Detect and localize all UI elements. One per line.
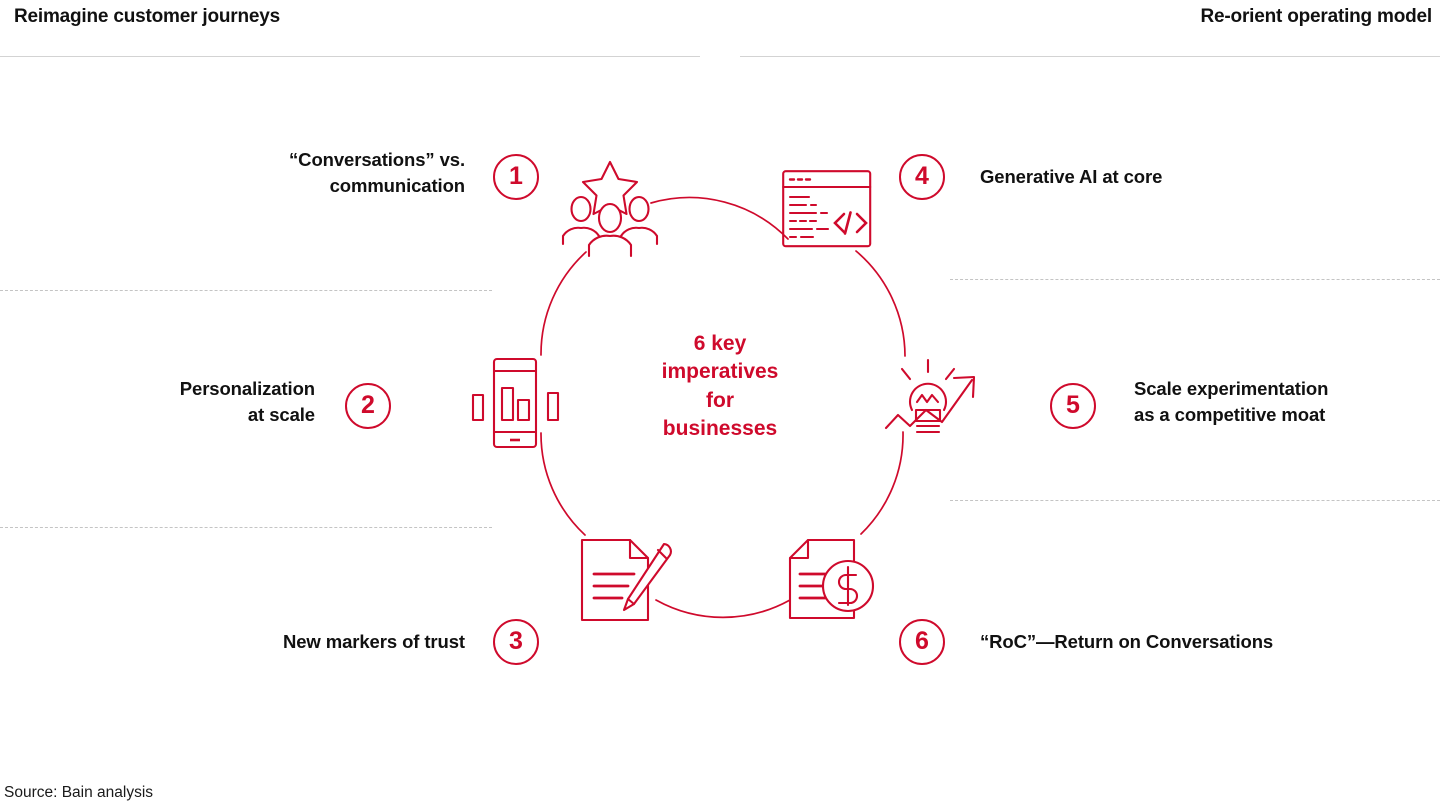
document-pencil-icon: [580, 538, 672, 622]
header-rule-left: [0, 56, 700, 57]
divider-left-upper: [0, 290, 492, 291]
divider-right-lower: [950, 500, 1440, 501]
badge-4[interactable]: 4: [899, 154, 945, 200]
source-note: Source: Bain analysis: [4, 784, 154, 801]
badge-6-number: 6: [915, 626, 929, 655]
badge-2-number: 2: [361, 390, 375, 419]
divider-right-upper: [950, 279, 1440, 280]
item-label-2: Personalization at scale: [179, 378, 315, 426]
badge-5-number: 5: [1066, 390, 1080, 419]
code-window-icon: [782, 170, 872, 248]
item-label-1: “Conversations” vs. communication: [289, 149, 465, 197]
invoice-dollar-icon: [788, 538, 875, 620]
badge-1[interactable]: 1: [493, 154, 539, 200]
badge-4-number: 4: [915, 161, 929, 190]
header-right-title: Re-orient operating model: [1200, 6, 1433, 27]
badge-3[interactable]: 3: [493, 619, 539, 665]
item-label-3: New markers of trust: [282, 631, 465, 652]
item-label-6: “RoC”—Return on Conversations: [980, 631, 1274, 652]
header-rule-right: [740, 56, 1440, 57]
badge-5[interactable]: 5: [1050, 383, 1096, 429]
center-caption: 6 key imperatives for businesses: [661, 332, 779, 441]
badge-1-number: 1: [509, 161, 523, 190]
slide-canvas: Reimagine customer journeys Re-orient op…: [0, 0, 1440, 810]
mobile-bar-chart-icon: [471, 357, 560, 449]
badge-2[interactable]: 2: [345, 383, 391, 429]
lightbulb-growth-arrow-icon: [884, 358, 976, 434]
people-group-star-icon: [561, 160, 659, 258]
item-label-5: Scale experimentation as a competitive m…: [1134, 378, 1329, 426]
header-left-title: Reimagine customer journeys: [14, 6, 280, 27]
item-label-4: Generative AI at core: [980, 166, 1163, 187]
divider-left-lower: [0, 527, 492, 528]
badge-6[interactable]: 6: [899, 619, 945, 665]
badge-3-number: 3: [509, 626, 523, 655]
